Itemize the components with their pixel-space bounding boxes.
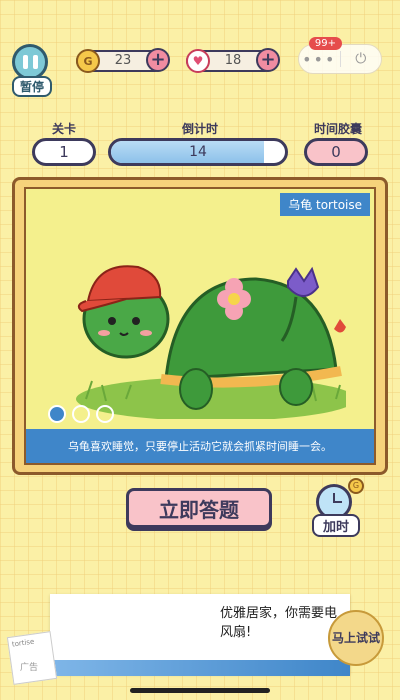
pagination-dot[interactable]: [96, 405, 114, 423]
turtle-eye-left: [108, 317, 116, 325]
countdown-bar: 14: [108, 138, 288, 166]
pause-label[interactable]: 暂停: [12, 76, 52, 97]
turtle-front-leg: [179, 368, 213, 410]
level-value: 1: [32, 138, 96, 166]
turtle-cheek-left: [98, 330, 110, 336]
close-app-button[interactable]: ⏻: [341, 51, 382, 67]
pause-icon: [22, 55, 38, 69]
picture-frame[interactable]: 乌龟 tortoise 乌龟喜欢睡觉，只要停止活动它就会抓紧时间睡一会。: [24, 187, 376, 465]
animal-description: 乌龟喜欢睡觉，只要停止活动它就会抓紧时间睡一会。: [26, 429, 374, 463]
more-menu-button[interactable]: •••: [299, 50, 340, 69]
coin-count: 23: [114, 53, 132, 68]
add-time-label: 加时: [312, 514, 360, 537]
level-label: 关卡: [51, 122, 76, 136]
coin-icon: G: [348, 478, 364, 494]
turtle-eye-right: [132, 317, 140, 325]
pause-button[interactable]: [12, 44, 48, 80]
add-time-button[interactable]: G 加时: [312, 478, 364, 537]
time-capsule-label: 时间胶囊: [313, 122, 362, 136]
pagination-dot[interactable]: [48, 405, 66, 423]
ad-text: 优雅居家，你需要电风扇!: [220, 606, 338, 640]
notification-badge: 99+: [308, 37, 342, 50]
picture-card: 乌龟 tortoise 乌龟喜欢睡觉，只要停止活动它就会抓紧时间睡一会。: [12, 177, 388, 475]
add-coins-button[interactable]: +: [146, 48, 170, 72]
ad-label: 广告: [18, 660, 41, 673]
coin-counter: G 23 +: [76, 48, 170, 73]
ad-corner-image: tortise: [6, 631, 58, 685]
answer-now-button[interactable]: 立即答题: [126, 488, 272, 528]
turtle-cheek-right: [140, 330, 152, 336]
heart-icon: ♥: [186, 49, 210, 73]
home-indicator: [130, 688, 270, 693]
pagination-dot[interactable]: [72, 405, 90, 423]
ad-cta-button[interactable]: 马上试试: [328, 610, 384, 666]
coin-icon: G: [76, 49, 100, 73]
add-hearts-button[interactable]: +: [256, 48, 280, 72]
time-capsule-value: 0: [304, 138, 368, 166]
red-cap: [86, 265, 162, 303]
animal-name-tag: 乌龟 tortoise: [280, 193, 370, 216]
pagination-dots: [48, 405, 114, 423]
red-bud: [334, 319, 346, 333]
purple-tulip: [287, 266, 320, 297]
ad-footer-strip: [50, 660, 350, 676]
heart-counter: ♥ 18 +: [186, 48, 280, 73]
countdown-value: 14: [189, 144, 207, 160]
heart-count: 18: [224, 53, 242, 68]
turtle-back-leg: [279, 368, 313, 406]
turtle-illustration: [76, 265, 346, 419]
countdown-label: 倒计时: [181, 122, 218, 136]
